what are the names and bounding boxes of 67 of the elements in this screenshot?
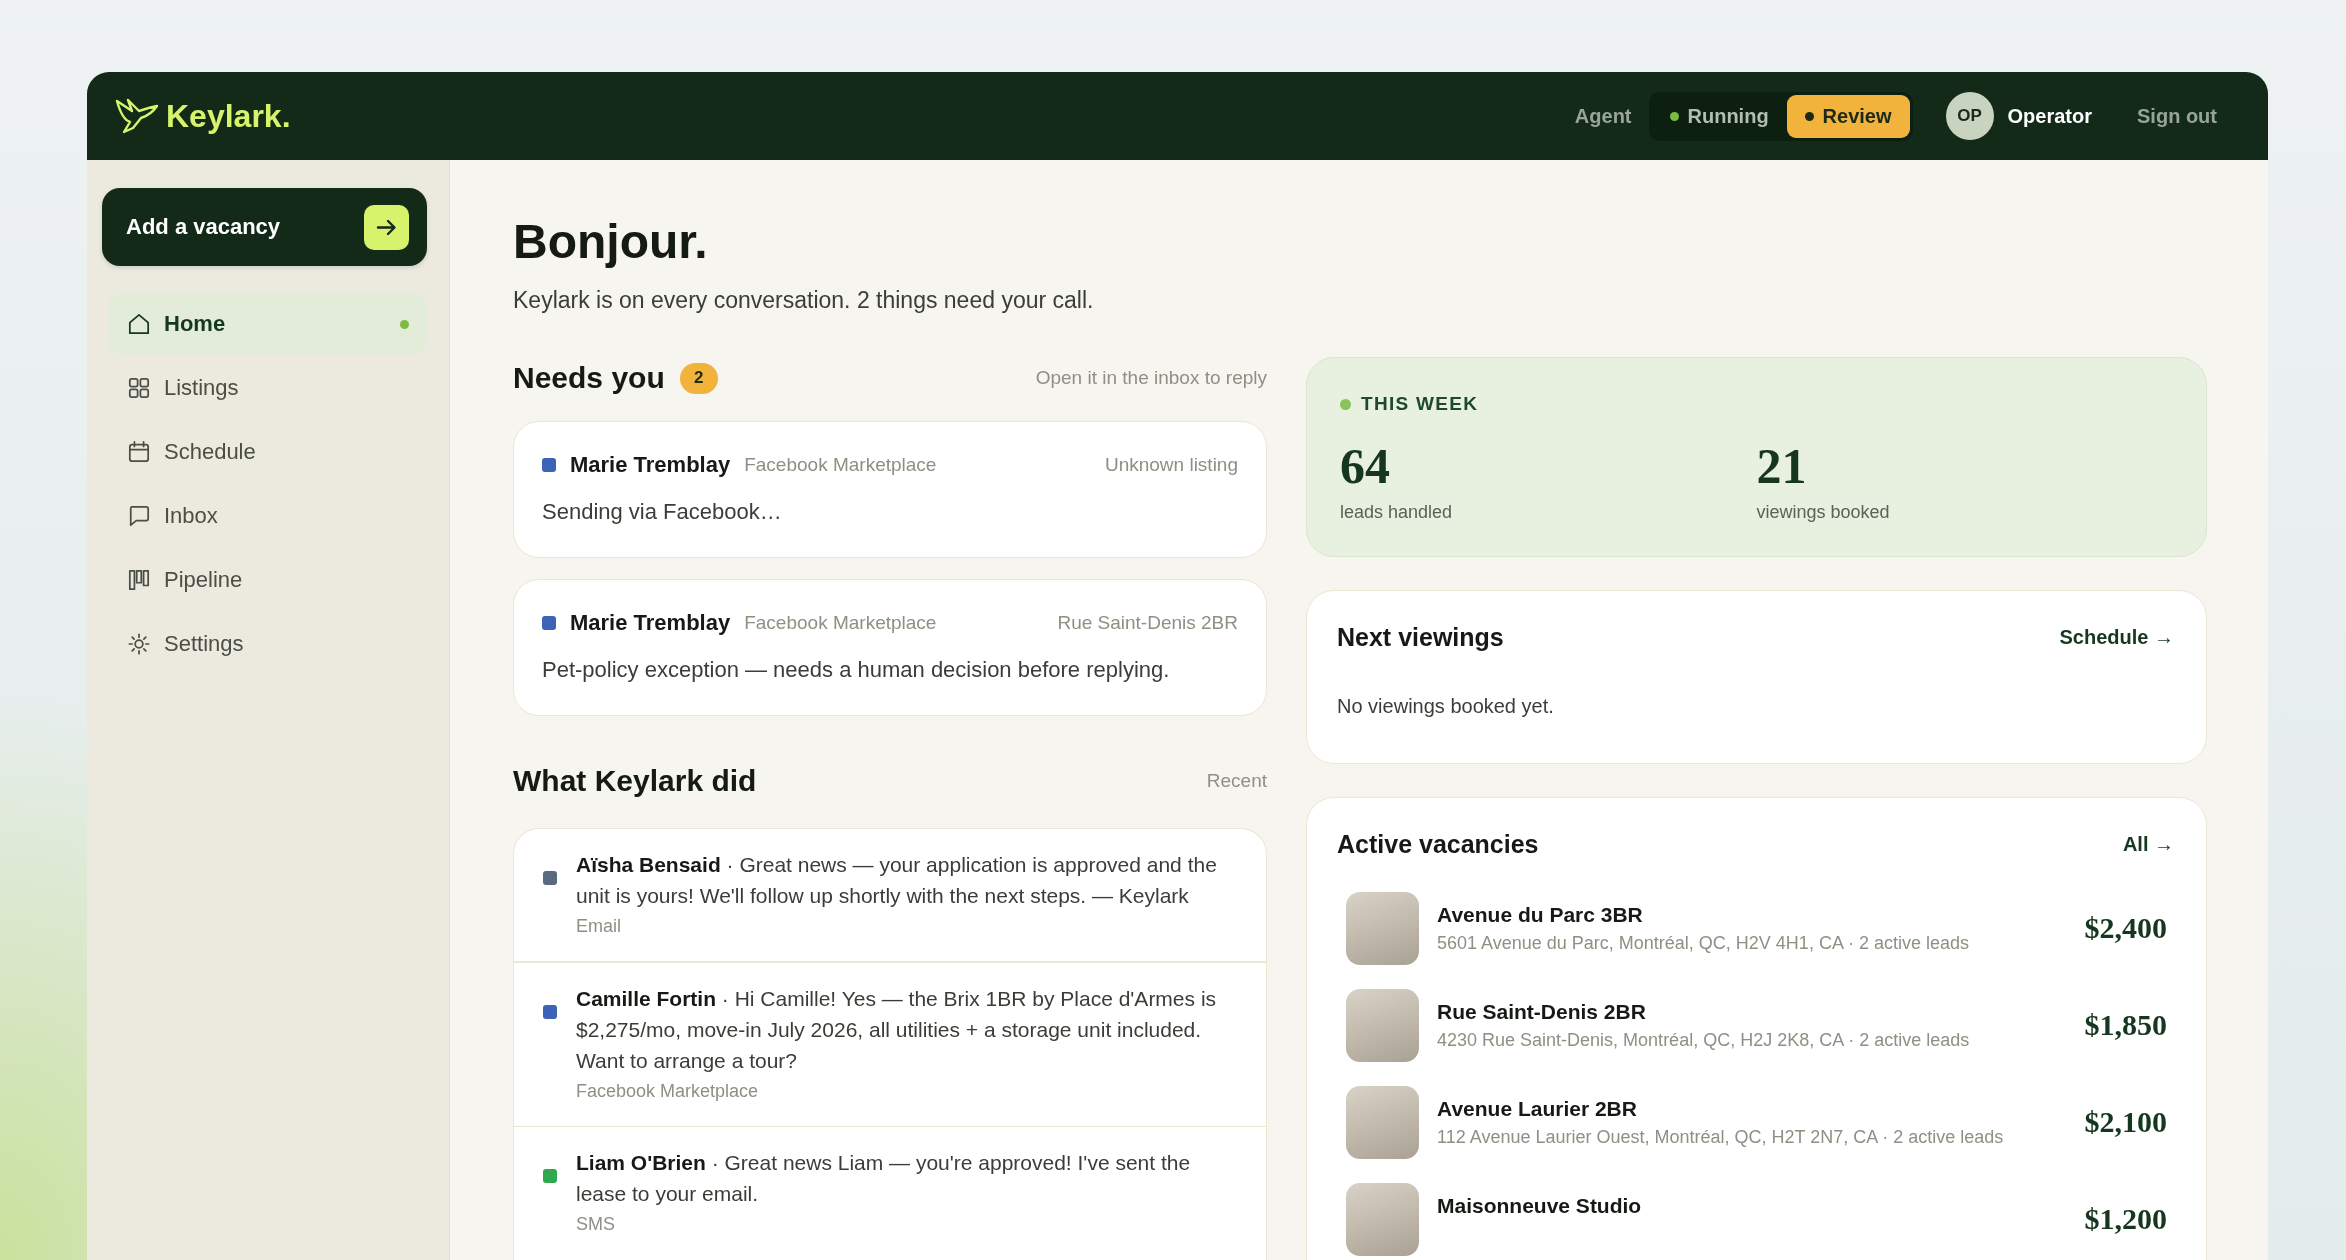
vacancy-name: Maisonneuve Studio [1437,1193,1643,1219]
stat-label: viewings booked [1756,501,1891,524]
card-title: Next viewings [1337,622,1504,652]
calendar-icon [128,441,150,463]
home-icon [128,313,150,335]
conversation-card[interactable]: Marie Tremblay Facebook Marketplace Unknown listing Sending via Facebook… [513,421,1267,558]
activity-message: Liam O'Brien · Great news Liam — you're approved! I've sent the lease to your email. [576,1150,1192,1207]
vacancy-name: Rue Saint-Denis 2BR [1437,999,1647,1025]
vacancy-address: 4230 Rue Saint-Denis, Montréal, QC, H2J 2K8, CA · 2 active leads [1437,1029,1971,1052]
channel-label: Email [576,915,622,938]
nav-item[interactable]: Pipeline [108,549,427,611]
activity-message: Camille Fortin · Hi Camille! Yes — the Brix 1BR by Place d'Armes is $2,275/mo, move-in July 2026, all utilities + a storage unit included. Want to arrange a tour? [576,985,1218,1074]
nav-item[interactable]: Schedule [108,421,427,483]
vacancy-name: Avenue Laurier 2BR [1437,1096,1638,1122]
vacancy-price: $1,200 [2084,1201,2167,1237]
active-dot-icon [400,319,409,329]
sign-out-button[interactable]: Sign out [2137,104,2217,128]
greeting-subtitle: Keylark is on every conversation. 2 things need your call. [513,286,1095,315]
channel-label: SMS [576,1213,616,1236]
stat-value: 21 [1756,438,1808,494]
source-label: Facebook Marketplace [744,454,937,476]
nav-item[interactable]: Settings [108,613,427,675]
card-title: Active vacancies [1337,829,1539,859]
section-label: THIS WEEK [1361,393,1479,415]
section-title: What Keylark did [513,764,757,798]
sun-icon [128,633,150,655]
conversation-card[interactable]: Marie Tremblay Facebook Marketplace Rue Saint-Denis 2BR Pet-policy exception — needs a human decision before replying. [513,579,1267,716]
nav-item[interactable]: Home [108,293,427,355]
grid-icon [128,377,150,399]
nav-item[interactable]: Inbox [108,485,427,547]
message-text: Sending via Facebook… [542,498,783,526]
schedule-link[interactable]: Schedule → [2059,625,2174,649]
mode-tab[interactable]: Running [1651,94,1787,138]
nav-item[interactable]: Listings [108,357,427,419]
columns-icon [128,569,150,591]
message-text: Pet-policy exception — needs a human decision before replying. [542,656,1171,684]
live-dot-icon [1340,398,1351,410]
vacancy-price: $2,100 [2084,1104,2167,1140]
section-hint: Recent [1206,770,1267,792]
stat-label: leads handled [1340,501,1454,524]
channel-label: Facebook Marketplace [576,1079,760,1103]
greeting-title: Bonjour. [513,214,709,270]
chat-bubble-icon [128,505,150,527]
section-title: Needs you [513,361,665,395]
contact-name: Marie Tremblay [570,610,731,636]
vacancy-price: $2,400 [2084,910,2167,946]
contact-name: Marie Tremblay [570,452,731,478]
mode-tab[interactable]: Review [1786,94,1910,138]
bird-icon [115,98,159,134]
vacancy-name: Avenue du Parc 3BR [1437,902,1644,928]
section-hint: Open it in the inbox to reply [1035,367,1267,389]
listing-label: Unknown listing [1104,454,1238,476]
count-badge: 2 [679,362,718,394]
vacancy-price: $1,850 [2084,1007,2167,1043]
agent-label: Agent [1574,104,1632,128]
empty-message: No viewings booked yet. [1337,694,1555,719]
add-vacancy-button[interactable]: Add a vacancy [102,188,427,266]
user-name: Operator [2007,104,2092,128]
vacancy-address: 112 Avenue Laurier Ouest, Montréal, QC, H2T 2N7, CA · 2 active leads [1437,1126,2005,1149]
listing-label: Rue Saint-Denis 2BR [1057,612,1238,634]
all-link[interactable]: All → [2122,832,2174,856]
source-label: Facebook Marketplace [744,612,937,634]
activity-message: Aïsha Bensaid · Great news — your application is approved and the unit is yours! We'll follow up shortly with the next steps. — Keylark [576,852,1218,909]
vacancy-address: 5601 Avenue du Parc, Montréal, QC, H2V 4H1, CA · 2 active leads [1437,932,1970,955]
stat-value: 64 [1340,438,1391,494]
logo-text: Keylark. [166,97,291,135]
user-avatar: OP [1945,92,1994,140]
